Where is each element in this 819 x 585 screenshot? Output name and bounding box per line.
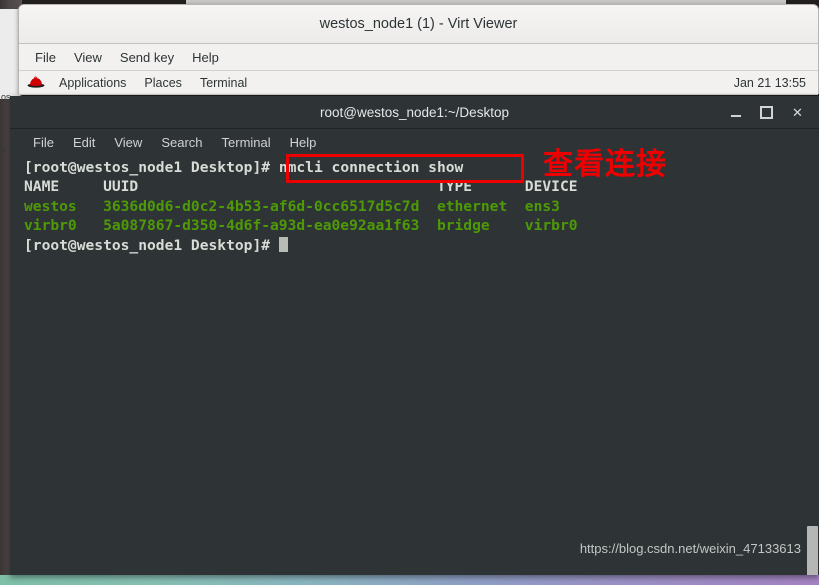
panel-item-terminal[interactable]: Terminal: [191, 74, 256, 92]
terminal-prompt-line-2: [root@westos_node1 Desktop]#: [24, 236, 279, 254]
virt-menu-file[interactable]: File: [27, 47, 64, 68]
terminal-cursor: [278, 236, 288, 252]
terminal-menubar: File Edit View Search Terminal Help: [10, 129, 819, 155]
terminal-menu-file[interactable]: File: [24, 132, 63, 153]
background-sliver-text-mid: e: [1, 144, 7, 154]
terminal-scrollbar-thumb[interactable]: [807, 526, 818, 575]
terminal-menu-search[interactable]: Search: [152, 132, 211, 153]
terminal-menu-terminal[interactable]: Terminal: [213, 132, 280, 153]
terminal-menu-edit[interactable]: Edit: [64, 132, 104, 153]
terminal-header-line: NAME UUID TYPE DEVICE: [24, 178, 578, 196]
virt-viewer-titlebar[interactable]: westos_node1 (1) - Virt Viewer: [19, 5, 818, 44]
desktop-wallpaper-strip: [0, 575, 819, 585]
guest-gnome-top-panel: Applications Places Terminal Jan 21 13:5…: [19, 71, 818, 95]
virt-viewer-menubar: File View Send key Help: [19, 44, 818, 71]
virt-menu-view[interactable]: View: [66, 47, 110, 68]
panel-item-places[interactable]: Places: [135, 74, 191, 92]
terminal-row-2: virbr0 5a087867-d350-4d6f-a93d-ea0e92aa1…: [24, 217, 578, 235]
background-sliver-text-bottom: r: [1, 242, 4, 252]
terminal-titlebar[interactable]: root@westos_node1:~/Desktop ✕: [10, 96, 819, 129]
virt-viewer-window[interactable]: westos_node1 (1) - Virt Viewer File View…: [18, 4, 819, 95]
terminal-output-area[interactable]: [root@westos_node1 Desktop]# nmcli conne…: [10, 154, 819, 575]
terminal-command: nmcli connection show: [278, 159, 464, 176]
close-icon[interactable]: ✕: [790, 105, 805, 120]
redhat-fedora-icon: [27, 75, 45, 90]
virt-menu-send-key[interactable]: Send key: [112, 47, 182, 68]
maximize-button[interactable]: [759, 105, 774, 120]
terminal-window-controls: ✕: [728, 105, 819, 120]
minimize-button[interactable]: [728, 105, 743, 120]
panel-clock[interactable]: Jan 21 13:55: [734, 76, 818, 90]
terminal-row-1: westos 3636d0d6-d0c2-4b53-af6d-0cc6517d5…: [24, 197, 560, 215]
annotation-label: 查看连接: [543, 147, 667, 182]
terminal-menu-help[interactable]: Help: [281, 132, 326, 153]
terminal-text-buffer: [root@westos_node1 Desktop]# nmcli conne…: [24, 158, 819, 255]
terminal-window[interactable]: root@westos_node1:~/Desktop ✕ File Edit …: [10, 96, 819, 575]
panel-item-applications[interactable]: Applications: [50, 74, 135, 92]
terminal-prompt-line-1: [root@westos_node1 Desktop]#: [24, 159, 271, 176]
terminal-scrollbar[interactable]: [806, 154, 819, 575]
virt-menu-help[interactable]: Help: [184, 47, 227, 68]
watermark-text: https://blog.csdn.net/weixin_47133613: [579, 541, 801, 556]
virt-viewer-title: westos_node1 (1) - Virt Viewer: [319, 16, 518, 32]
terminal-menu-view[interactable]: View: [105, 132, 151, 153]
terminal-title: root@westos_node1:~/Desktop: [320, 104, 509, 120]
